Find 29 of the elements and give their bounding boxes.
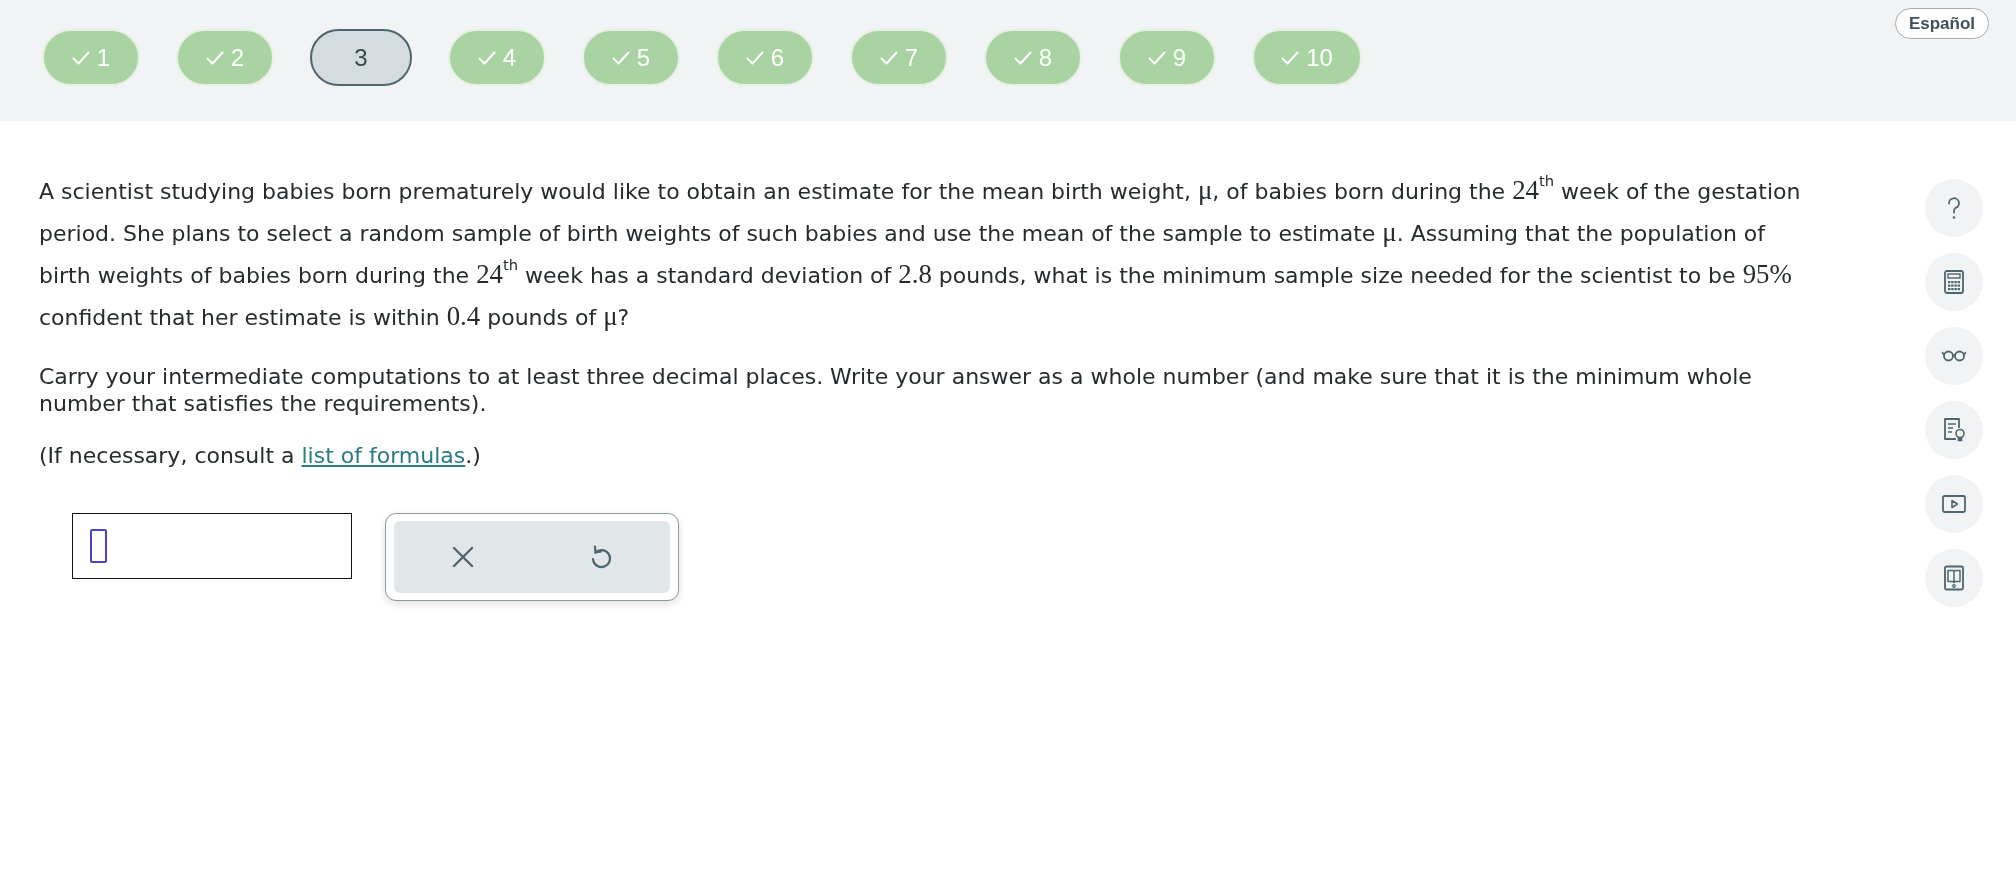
check-icon [611,50,630,65]
check-icon [477,50,496,65]
question-tab[interactable]: 1 [42,29,140,86]
document-lightbulb-icon [1941,417,1967,443]
language-button[interactable]: Español [1894,8,1989,39]
question-tab[interactable]: 2 [176,29,274,86]
question-tab[interactable]: 8 [984,29,1082,86]
calculator-icon [1941,269,1967,295]
question-tab[interactable]: 7 [850,29,948,86]
question-tab[interactable]: 6 [716,29,814,86]
question-tab[interactable]: 3 [310,29,412,86]
close-icon [450,544,476,570]
tablet-book-icon [1941,565,1967,591]
check-icon [71,50,90,65]
check-icon [1013,50,1032,65]
formulas-link[interactable]: list of formulas [301,443,466,468]
instructions-text: Carry your intermediate computations to at least three decimal places. Write your answer as a whole number (and make sure that it is the minimum whole number that satisfies the requirements). [39,363,1753,417]
check-icon [879,50,898,65]
check-icon [1281,50,1300,65]
check-icon [745,50,764,65]
check-icon [1147,50,1166,65]
question-text: A scientist studying babies born prematurely would like to obtain an estimate for the mean birth weight, μ, of babies born during the 24$^{th}$ week of the gestation period. She plans to select a random sample of birth weights of such babies and use the mean of the sample to estimate μ. Assuming that the population of birth weights of babies born during the 24$^{th}$ week has a standard deviation of 2.8 pounds, what is the minimum sample size needed for the scientist to be 95% confident that her estimate is within 0.4 pounds of μ? [39,171,1802,333]
question-tab[interactable]: 9 [1118,29,1216,86]
question-tab[interactable]: 5 [582,29,680,86]
answer-field[interactable] [72,513,352,579]
formula-note: (If necessary, consult a list of formulas.) [39,442,482,469]
check-icon [205,50,224,65]
question-tab[interactable]: 10 [1252,29,1362,86]
question-tab[interactable]: 4 [448,29,546,86]
